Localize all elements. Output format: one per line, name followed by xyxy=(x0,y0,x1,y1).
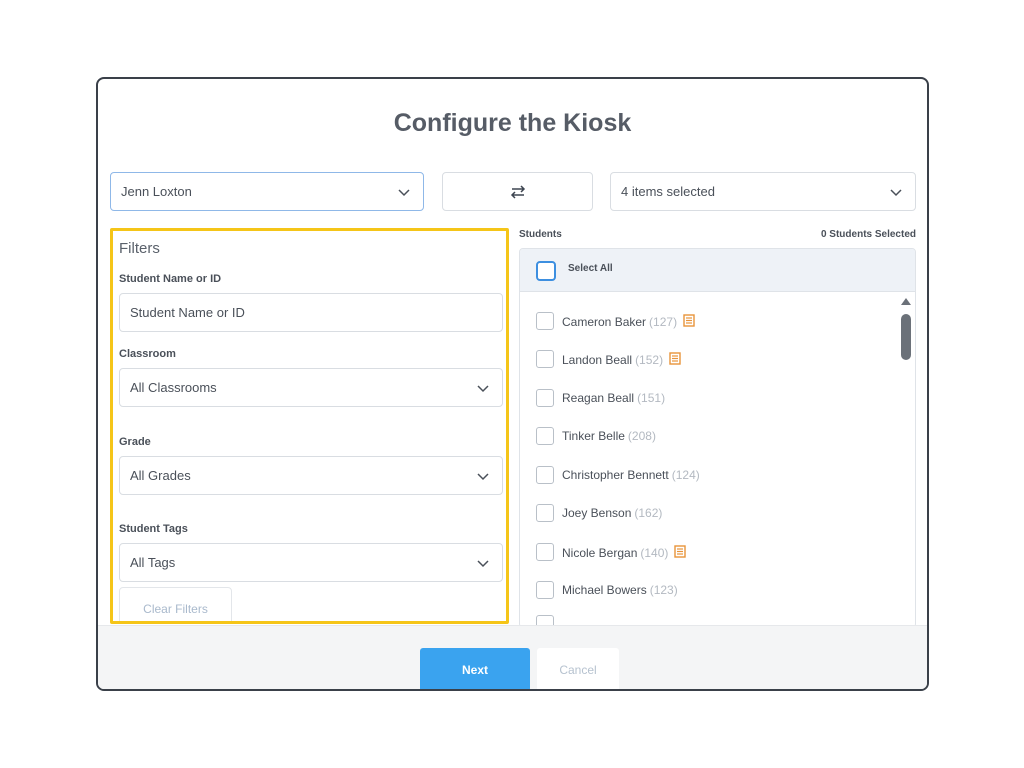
students-list-panel: Select All Cameron Baker (127) Landon Beal… xyxy=(519,248,916,628)
student-name: Landon Beall (152) xyxy=(562,352,681,367)
chevron-down-icon xyxy=(890,189,902,197)
student-id: (127) xyxy=(649,315,678,329)
student-name-text: Landon Beall xyxy=(562,353,633,367)
student-row[interactable]: Landon Beall (152) xyxy=(520,344,890,374)
student-row[interactable]: Tinker Belle (208) xyxy=(520,421,890,451)
note-icon[interactable] xyxy=(683,314,695,327)
student-name: Nicole Bergan (140) xyxy=(562,545,687,560)
items-select[interactable]: 4 items selected xyxy=(610,172,916,211)
student-name-text: Christopher Bennett xyxy=(562,468,669,482)
scrollbar-thumb[interactable] xyxy=(901,314,911,360)
student-row[interactable]: Christopher Bennett (124) xyxy=(520,460,890,490)
classroom-label: Classroom xyxy=(119,348,176,360)
student-checkbox[interactable] xyxy=(536,581,554,599)
student-checkbox[interactable] xyxy=(536,312,554,330)
student-row[interactable]: Nicole Bergan (140) xyxy=(520,537,890,567)
student-checkbox[interactable] xyxy=(536,504,554,522)
student-id: (140) xyxy=(640,546,669,560)
student-name-text: Tinker Belle xyxy=(562,429,625,443)
student-checkbox[interactable] xyxy=(536,350,554,368)
next-button[interactable]: Next xyxy=(420,648,530,689)
select-all-checkbox[interactable] xyxy=(536,261,556,281)
note-icon[interactable] xyxy=(674,545,687,558)
student-name: Reagan Beall (151) xyxy=(562,391,665,405)
student-tags-label: Student Tags xyxy=(119,523,188,535)
student-row[interactable]: Reagan Beall (151) xyxy=(520,383,890,413)
student-id: (124) xyxy=(671,468,700,482)
classroom-select[interactable]: All Classrooms xyxy=(119,368,503,407)
student-name: Tinker Belle (208) xyxy=(562,429,656,443)
student-name-text: Cameron Baker xyxy=(562,315,647,329)
student-row[interactable]: Joey Benson (162) xyxy=(520,498,890,528)
student-name: Cameron Baker (127) xyxy=(562,314,695,329)
filters-panel: Filters Student Name or ID Student Name … xyxy=(110,228,509,624)
student-checkbox[interactable] xyxy=(536,389,554,407)
clear-filters-button[interactable]: Clear Filters xyxy=(119,587,232,621)
select-all-row[interactable]: Select All xyxy=(520,249,915,292)
chevron-down-icon xyxy=(477,385,489,393)
student-name: Christopher Bennett (124) xyxy=(562,468,700,482)
student-name: Michael Bowers (123) xyxy=(562,583,678,597)
student-id: (152) xyxy=(635,353,664,367)
swap-arrows-icon xyxy=(510,184,525,199)
student-id: (208) xyxy=(627,429,656,443)
select-all-label: Select All xyxy=(568,263,613,274)
student-id: (162) xyxy=(634,506,663,520)
grade-label: Grade xyxy=(119,436,151,448)
staff-select[interactable]: Jenn Loxton xyxy=(110,172,424,211)
student-name-text: Nicole Bergan xyxy=(562,546,638,560)
modal-footer: Next Cancel xyxy=(98,625,927,689)
student-checkbox[interactable] xyxy=(536,543,554,561)
student-checkbox[interactable] xyxy=(536,466,554,484)
grade-value: All Grades xyxy=(130,468,191,483)
staff-select-value: Jenn Loxton xyxy=(121,184,192,199)
student-name-placeholder: Student Name or ID xyxy=(130,305,245,320)
note-icon[interactable] xyxy=(669,352,681,365)
scroll-up-arrow-icon[interactable] xyxy=(901,298,911,305)
students-title: Students xyxy=(519,229,562,240)
student-id: (123) xyxy=(649,583,678,597)
chevron-down-icon xyxy=(398,189,410,197)
grade-select[interactable]: All Grades xyxy=(119,456,503,495)
students-selected-count: 0 Students Selected xyxy=(820,229,916,240)
chevron-down-icon xyxy=(477,560,489,568)
student-tags-select[interactable]: All Tags xyxy=(119,543,503,582)
classroom-value: All Classrooms xyxy=(130,380,217,395)
student-name-label: Student Name or ID xyxy=(119,273,222,285)
student-name: Joey Benson (162) xyxy=(562,506,662,520)
page-title: Configure the Kiosk xyxy=(393,109,632,137)
student-name-input[interactable]: Student Name or ID xyxy=(119,293,503,332)
student-row[interactable]: Michael Bowers (123) xyxy=(520,575,890,605)
items-select-value: 4 items selected xyxy=(621,184,715,199)
filters-title: Filters xyxy=(119,240,160,257)
student-tags-value: All Tags xyxy=(130,555,176,570)
student-checkbox[interactable] xyxy=(536,427,554,445)
chevron-down-icon xyxy=(477,473,489,481)
student-id: (151) xyxy=(637,391,666,405)
student-row[interactable]: Cameron Baker (127) xyxy=(520,306,890,336)
students-header: Students 0 Students Selected xyxy=(519,229,916,240)
student-name-text: Michael Bowers xyxy=(562,583,647,597)
kiosk-config-modal: Configure the Kiosk Jenn Loxton 4 items … xyxy=(96,77,929,691)
student-name-text: Joey Benson xyxy=(562,506,632,520)
cancel-button[interactable]: Cancel xyxy=(537,648,619,689)
student-name-text: Reagan Beall xyxy=(562,391,635,405)
swap-button[interactable] xyxy=(442,172,593,211)
